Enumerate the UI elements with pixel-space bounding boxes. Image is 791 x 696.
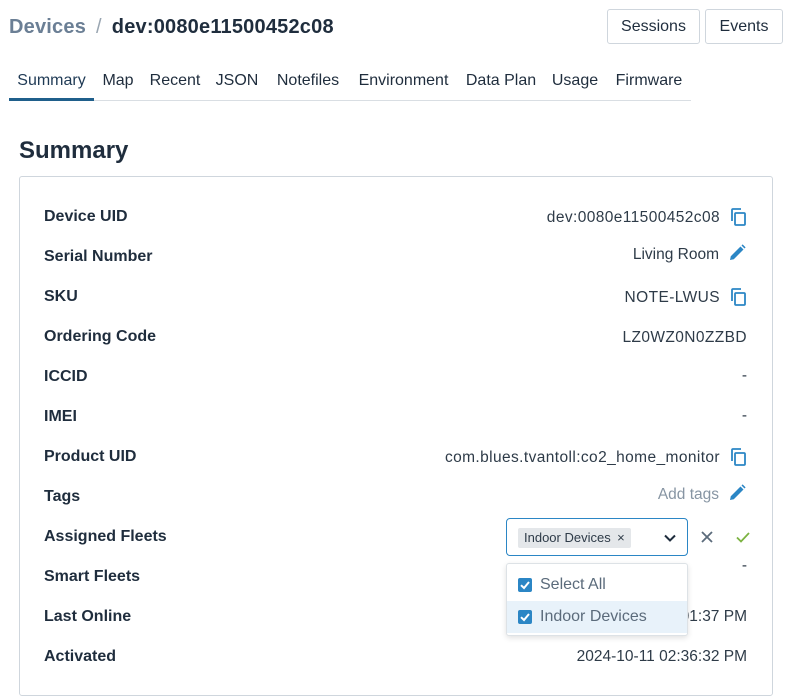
smart-fleets-value: - [741,557,747,574]
breadcrumb-separator: / [96,16,102,38]
copy-icon[interactable] [728,207,748,227]
tab-summary[interactable]: Summary [9,62,94,101]
chip-remove-icon[interactable]: × [617,528,625,548]
iccid-value: - [741,367,747,384]
copy-icon[interactable] [728,287,748,307]
option-select-all[interactable]: Select All [507,569,687,601]
page-title: dev:0080e11500452c08 [111,16,334,38]
last-online-value: 01:37 PM [680,608,747,625]
option-indoor-devices[interactable]: Indoor Devices [507,601,687,633]
ordering-code-value: LZ0WZ0N0ZZBD [622,329,747,346]
tab-bar: Summary Map Recent JSON Notefiles Enviro… [9,62,691,101]
product-uid-value: com.blues.tvantoll:co2_home_monitor [444,449,720,466]
option-label: Select All [540,576,606,593]
tab-firmware[interactable]: Firmware [612,62,686,99]
sessions-button[interactable]: Sessions [607,9,700,44]
imei-label: IMEI [44,408,77,425]
tags-label: Tags [44,488,81,505]
add-tags-link[interactable]: Add tags [658,486,719,504]
chevron-down-icon[interactable] [663,531,677,545]
section-title: Summary [19,137,129,164]
breadcrumb-devices-link[interactable]: Devices [9,16,86,38]
serial-number-label: Serial Number [44,248,153,265]
option-label: Indoor Devices [540,608,647,625]
tab-data-plan[interactable]: Data Plan [465,62,537,99]
tab-environment[interactable]: Environment [355,62,452,99]
activated-value: 2024-10-11 02:36:32 PM [576,648,747,665]
fleet-chip-label: Indoor Devices [524,530,611,545]
close-icon[interactable] [698,528,716,546]
fleet-select[interactable]: Indoor Devices × [506,518,688,556]
fleet-chip: Indoor Devices × [518,528,631,548]
device-uid-label: Device UID [44,208,128,225]
events-button[interactable]: Events [705,9,783,44]
last-online-label: Last Online [44,608,132,625]
sku-value: NOTE-LWUS [624,289,720,306]
tab-recent[interactable]: Recent [147,62,203,99]
checkbox-checked-icon[interactable] [518,610,532,624]
breadcrumb: Devices / dev:0080e11500452c08 [9,16,334,39]
smart-fleets-label: Smart Fleets [44,568,141,585]
tab-json[interactable]: JSON [214,62,260,99]
checkbox-checked-icon[interactable] [518,578,532,592]
copy-icon[interactable] [728,447,748,467]
tab-notefiles[interactable]: Notefiles [272,62,344,99]
pencil-icon[interactable] [727,483,747,503]
imei-value: - [741,407,747,424]
tab-map[interactable]: Map [97,62,139,99]
ordering-code-label: Ordering Code [44,328,157,345]
fleet-dropdown-menu: Select All Indoor Devices [506,563,688,636]
sku-label: SKU [44,288,78,305]
check-icon[interactable] [734,528,752,546]
assigned-fleets-label: Assigned Fleets [44,528,167,545]
pencil-icon[interactable] [727,243,747,263]
tab-usage[interactable]: Usage [550,62,600,99]
product-uid-label: Product UID [44,448,137,465]
device-uid-value: dev:0080e11500452c08 [546,209,720,226]
serial-number-value: Living Room [632,246,719,263]
activated-label: Activated [44,648,117,665]
iccid-label: ICCID [44,368,88,385]
